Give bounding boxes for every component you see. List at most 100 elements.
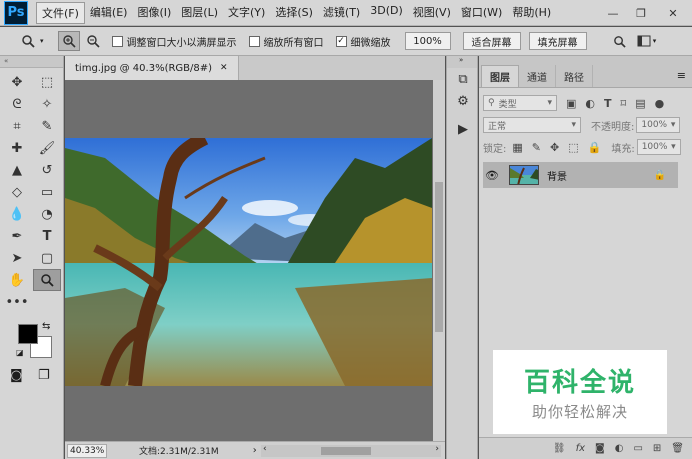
menu-filter[interactable]: 滤镜(T) (318, 2, 365, 24)
chevron-down-icon[interactable]: ▾ (40, 37, 44, 45)
fill-field[interactable]: 100% ▾ (636, 139, 681, 155)
swap-colors-icon[interactable]: ⇆ (42, 321, 50, 332)
add-mask-icon[interactable]: ◙ (595, 443, 605, 454)
magnifier-icon[interactable] (18, 31, 38, 51)
dodge-tool-icon[interactable]: ◔ (33, 203, 61, 225)
search-icon[interactable] (611, 31, 629, 51)
document-tab[interactable]: timg.jpg @ 40.3%(RGB/8#) ✕ (65, 56, 239, 80)
more-tools-icon[interactable]: ••• (3, 291, 31, 313)
chevron-right-icon[interactable]: › (253, 445, 257, 456)
zoom-in-icon[interactable] (57, 31, 80, 51)
foreground-color-swatch-top[interactable] (18, 324, 38, 344)
menu-image[interactable]: 图像(I) (132, 2, 176, 24)
play-actions-icon[interactable]: ▶ (447, 118, 479, 140)
history-panel-icon[interactable]: ⧉ (447, 68, 479, 90)
scrubby-zoom-option[interactable]: ✓ 细微缩放 (335, 34, 391, 49)
adjustment-layer-icon[interactable]: ◐ (615, 443, 624, 454)
resize-windows-checkbox[interactable] (111, 35, 123, 47)
pen-tool-icon[interactable]: ✒ (3, 225, 31, 247)
panel-collapse-icon[interactable]: » (447, 56, 477, 68)
eyedropper-icon[interactable]: ✎ (33, 115, 61, 137)
magnifier-tool-icon[interactable] (33, 269, 61, 291)
lock-transparency-icon[interactable]: ▦ (512, 141, 522, 154)
type-tool-icon[interactable]: T (33, 225, 61, 247)
fit-screen-button[interactable]: 适合屏幕 (462, 32, 521, 50)
menu-help[interactable]: 帮助(H) (507, 2, 556, 24)
scrubby-zoom-checkbox[interactable]: ✓ (335, 35, 347, 47)
filter-smart-icon[interactable]: ▤ (635, 97, 645, 110)
new-layer-icon[interactable]: ⊞ (653, 443, 661, 454)
tab-channels[interactable]: 通道 (519, 65, 556, 87)
toolbox-header[interactable]: « (0, 56, 63, 68)
screen-mode-icon[interactable]: ❐ (38, 368, 50, 383)
menu-view[interactable]: 视图(V) (408, 2, 456, 24)
filter-type-icon[interactable]: T (604, 97, 612, 110)
layer-row-background[interactable]: 👁 背景 🔒 (483, 162, 678, 188)
vertical-scrollbar[interactable] (433, 80, 445, 443)
close-icon[interactable]: ✕ (220, 63, 228, 73)
minimize-icon[interactable]: — (604, 4, 622, 22)
scroll-left-icon[interactable]: ‹ (263, 444, 267, 454)
link-layers-icon[interactable]: ⛓ (553, 443, 566, 454)
gradient-tool-icon[interactable]: ▭ (33, 181, 61, 203)
stamp-tool-icon[interactable]: ▲ (3, 159, 31, 181)
eye-icon[interactable]: 👁 (483, 169, 501, 182)
opacity-field[interactable]: 100% ▾ (636, 117, 681, 133)
scroll-right-icon[interactable]: › (435, 444, 439, 454)
crop-tool-icon[interactable]: ⌗ (3, 115, 31, 137)
menu-type[interactable]: 文字(Y) (223, 2, 270, 24)
marquee-tool-icon[interactable]: ⬚ (33, 71, 61, 93)
zoom-out-icon[interactable] (82, 31, 104, 51)
tab-paths[interactable]: 路径 (556, 65, 593, 87)
trash-icon[interactable]: 🗑 (671, 443, 684, 454)
zoom-all-option[interactable]: 缩放所有窗口 (248, 34, 324, 49)
healing-brush-icon[interactable]: ✚ (3, 137, 31, 159)
properties-panel-icon[interactable]: ⚙ (447, 90, 479, 112)
menu-file[interactable]: 文件(F) (36, 1, 85, 24)
fx-icon[interactable]: fx (576, 443, 585, 454)
path-select-icon[interactable]: ➤ (3, 247, 31, 269)
filter-pixel-icon[interactable]: ▣ (566, 97, 576, 110)
quick-mask-icon[interactable]: ◙ (10, 368, 23, 383)
document-info[interactable]: 文档:2.31M/2.31M (139, 444, 219, 457)
lasso-tool-icon[interactable]: ᘓ (3, 93, 31, 115)
eraser-tool-icon[interactable]: ◇ (3, 181, 31, 203)
menu-window[interactable]: 窗口(W) (456, 2, 507, 24)
history-brush-icon[interactable]: ↺ (33, 159, 61, 181)
lock-icon[interactable]: 🔒 (588, 141, 602, 154)
panel-menu-icon[interactable]: ≡ (677, 69, 686, 82)
magic-wand-icon[interactable]: ✧ (33, 93, 61, 115)
layer-filter-select[interactable]: ⚲ 类型 ▾ (483, 95, 557, 111)
lock-pixels-icon[interactable]: ✎ (532, 141, 541, 154)
filter-adjustment-icon[interactable]: ◐ (585, 97, 595, 110)
tab-layers[interactable]: 图层 (481, 65, 519, 87)
move-tool-icon[interactable]: ✥ (3, 71, 31, 93)
menu-edit[interactable]: 编辑(E) (85, 2, 133, 24)
scrollbar-thumb[interactable] (321, 447, 371, 455)
zoom-level-field[interactable]: 40.33% (67, 443, 107, 458)
default-colors-icon[interactable]: ◪ (16, 348, 24, 357)
fill-screen-button[interactable]: 填充屏幕 (528, 32, 587, 50)
hand-icon[interactable]: ✋ (3, 269, 31, 291)
menu-layer[interactable]: 图层(L) (176, 2, 223, 24)
filter-shape-icon[interactable]: ⌑ (621, 97, 627, 110)
horizontal-scrollbar[interactable]: ‹ › (261, 444, 441, 457)
filter-toggle-icon[interactable]: ● (655, 97, 665, 110)
workspace-icon[interactable]: ▾ (635, 31, 659, 51)
new-group-icon[interactable]: ▭ (633, 443, 642, 454)
blur-tool-icon[interactable]: 💧 (3, 203, 31, 225)
blend-mode-select[interactable]: 正常 ▾ (483, 117, 581, 133)
restore-icon[interactable]: ❐ (632, 4, 650, 22)
rectangle-tool-icon[interactable]: ▢ (33, 247, 61, 269)
scrollbar-thumb[interactable] (435, 182, 443, 332)
zoom-100-button[interactable]: 100% (404, 32, 451, 50)
brush-tool-icon[interactable]: 🖌 (33, 137, 61, 159)
resize-windows-option[interactable]: 调整窗口大小以满屏显示 (111, 34, 237, 49)
lock-position-icon[interactable]: ✥ (550, 141, 559, 154)
zoom-all-checkbox[interactable] (248, 35, 260, 47)
menu-select[interactable]: 选择(S) (270, 2, 318, 24)
lock-artboard-icon[interactable]: ⬚ (568, 141, 578, 154)
menu-3d[interactable]: 3D(D) (365, 2, 408, 24)
image-canvas[interactable] (65, 138, 432, 386)
close-icon[interactable]: ✕ (664, 4, 682, 22)
